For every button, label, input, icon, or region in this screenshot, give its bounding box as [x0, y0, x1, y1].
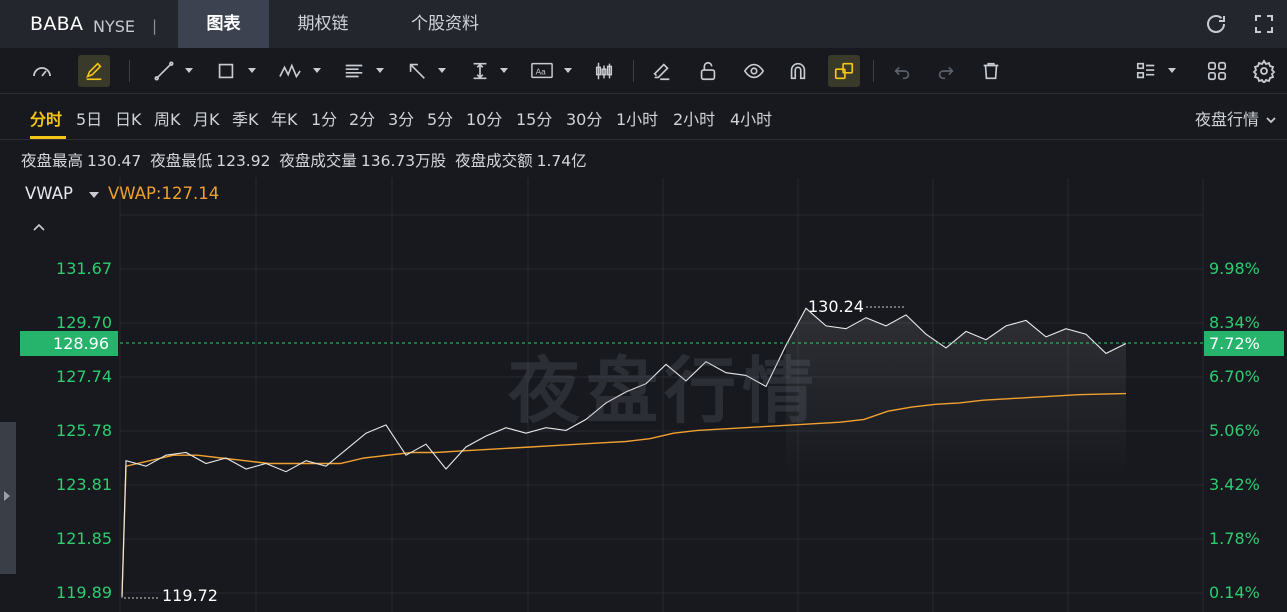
- y-left-tick: 129.70: [56, 313, 112, 332]
- toolbar-divider: [873, 60, 874, 82]
- session-stats: 夜盘最高 130.47 夜盘最低 123.92 夜盘成交量 136.73万股 夜盘成交…: [21, 149, 591, 171]
- tab-stock-profile[interactable]: 个股资料: [392, 0, 498, 48]
- period-item[interactable]: 1小时: [616, 106, 658, 130]
- tab-chart[interactable]: 图表: [178, 0, 269, 48]
- line-tool-icon[interactable]: [148, 55, 180, 87]
- gauge-icon[interactable]: [26, 55, 58, 87]
- stat-high-value: 130.47: [87, 152, 142, 170]
- y-left-tick: 121.85: [56, 529, 112, 548]
- y-left-tick: 131.67: [56, 259, 112, 278]
- period-item[interactable]: 月K: [193, 106, 220, 130]
- header-bar: BABA NYSE | 图表 期权链 个股资料: [0, 0, 1287, 48]
- rectangle-tool-icon[interactable]: [210, 55, 242, 87]
- pencil-draw-icon[interactable]: [78, 55, 110, 87]
- pattern-tool-dropdown[interactable]: [313, 68, 321, 73]
- period-item[interactable]: 2小时: [673, 106, 715, 130]
- eye-icon[interactable]: [738, 55, 770, 87]
- fullscreen-icon[interactable]: [1252, 12, 1276, 36]
- y-right-tick: 3.42%: [1209, 475, 1260, 494]
- period-item[interactable]: 3分: [388, 106, 414, 130]
- rectangle-tool-dropdown[interactable]: [248, 68, 256, 73]
- period-item[interactable]: 5日: [76, 106, 102, 130]
- candle-tool-icon[interactable]: [588, 55, 620, 87]
- indicator-name[interactable]: VWAP: [25, 184, 73, 203]
- period-item[interactable]: 1分: [311, 106, 337, 130]
- arrow-tool-icon[interactable]: [401, 55, 433, 87]
- period-item[interactable]: 年K: [271, 106, 298, 130]
- line-tool-dropdown[interactable]: [185, 68, 193, 73]
- period-item[interactable]: 10分: [466, 106, 502, 130]
- period-bar: 分时 5日 日K 周K 月K 季K 年K 1分 2分 3分 5分 10分 15分…: [0, 94, 1287, 140]
- chevron-up-icon[interactable]: [32, 218, 46, 237]
- settings-icon[interactable]: [1248, 55, 1280, 87]
- text-tool-icon[interactable]: Aa: [526, 55, 558, 87]
- high-marker-label: 130.24: [808, 297, 864, 316]
- drawing-toolbar: Aa: [0, 48, 1287, 94]
- text-tool-dropdown[interactable]: [564, 68, 572, 73]
- price-area-fill: [786, 308, 1126, 478]
- arrow-tool-dropdown[interactable]: [438, 68, 446, 73]
- stat-volume-label: 夜盘成交量: [279, 152, 357, 170]
- active-period-indicator: [30, 136, 66, 139]
- y-left-tick: 123.81: [56, 475, 112, 494]
- y-left-tick: 119.89: [56, 583, 112, 602]
- undo-icon[interactable]: [886, 55, 918, 87]
- ticker-symbol: BABA: [30, 13, 84, 35]
- expand-arrow-icon[interactable]: [4, 491, 10, 501]
- low-marker-label: 119.72: [162, 586, 218, 605]
- indicator-dropdown-icon[interactable]: [89, 192, 99, 198]
- y-right-tick: 0.14%: [1209, 583, 1260, 602]
- current-pct-tag: 7.72%: [1204, 331, 1284, 356]
- grid-icon[interactable]: [1201, 55, 1233, 87]
- period-item[interactable]: 30分: [566, 106, 602, 130]
- current-price-tag: 128.96: [20, 331, 118, 356]
- period-item[interactable]: 2分: [349, 106, 375, 130]
- header-separator: |: [152, 17, 158, 35]
- lock-icon[interactable]: [692, 55, 724, 87]
- fib-tool-dropdown[interactable]: [376, 68, 384, 73]
- exchange-label: NYSE: [93, 17, 136, 36]
- y-right-tick: 5.06%: [1209, 421, 1260, 440]
- watermark: 夜盘行情: [508, 349, 821, 433]
- link-icon[interactable]: [828, 55, 860, 87]
- y-right-tick: 8.34%: [1209, 313, 1260, 332]
- stat-high-label: 夜盘最高: [21, 152, 84, 170]
- redo-icon[interactable]: [930, 55, 962, 87]
- measure-tool-dropdown[interactable]: [500, 68, 508, 73]
- svg-text:Aa: Aa: [536, 68, 547, 77]
- stat-low-label: 夜盘最低: [150, 152, 213, 170]
- period-item[interactable]: 5分: [427, 106, 453, 130]
- period-item[interactable]: 15分: [516, 106, 552, 130]
- tab-options-chain[interactable]: 期权链: [278, 0, 368, 48]
- indicator-value: VWAP:127.14: [108, 184, 220, 203]
- toolbar-divider: [633, 60, 634, 82]
- chevron-down-icon[interactable]: [1265, 110, 1277, 129]
- y-right-tick: 9.98%: [1209, 259, 1260, 278]
- period-item[interactable]: 季K: [232, 106, 259, 130]
- period-item[interactable]: 分时: [30, 106, 62, 130]
- toolbar-divider: [129, 60, 130, 82]
- stat-turnover-label: 夜盘成交额: [455, 152, 533, 170]
- y-left-tick: 125.78: [56, 421, 112, 440]
- y-left-tick: 127.74: [56, 367, 112, 386]
- stat-volume-value: 136.73万股: [360, 152, 447, 170]
- stat-turnover-value: 1.74亿: [536, 152, 587, 170]
- pattern-tool-icon[interactable]: [274, 55, 306, 87]
- period-item[interactable]: 日K: [115, 106, 142, 130]
- session-select[interactable]: 夜盘行情: [1195, 106, 1259, 130]
- layout-dropdown[interactable]: [1168, 68, 1176, 73]
- stat-low-value: 123.92: [216, 152, 271, 170]
- period-item[interactable]: 4小时: [730, 106, 772, 130]
- y-right-tick: 1.78%: [1209, 529, 1260, 548]
- y-right-tick: 6.70%: [1209, 367, 1260, 386]
- eraser-icon[interactable]: [646, 55, 678, 87]
- measure-tool-icon[interactable]: [464, 55, 496, 87]
- fib-tool-icon[interactable]: [338, 55, 370, 87]
- refresh-icon[interactable]: [1204, 12, 1228, 36]
- magnet-icon[interactable]: [782, 55, 814, 87]
- layout-list-icon[interactable]: [1130, 55, 1162, 87]
- trash-icon[interactable]: [975, 55, 1007, 87]
- period-item[interactable]: 周K: [154, 106, 181, 130]
